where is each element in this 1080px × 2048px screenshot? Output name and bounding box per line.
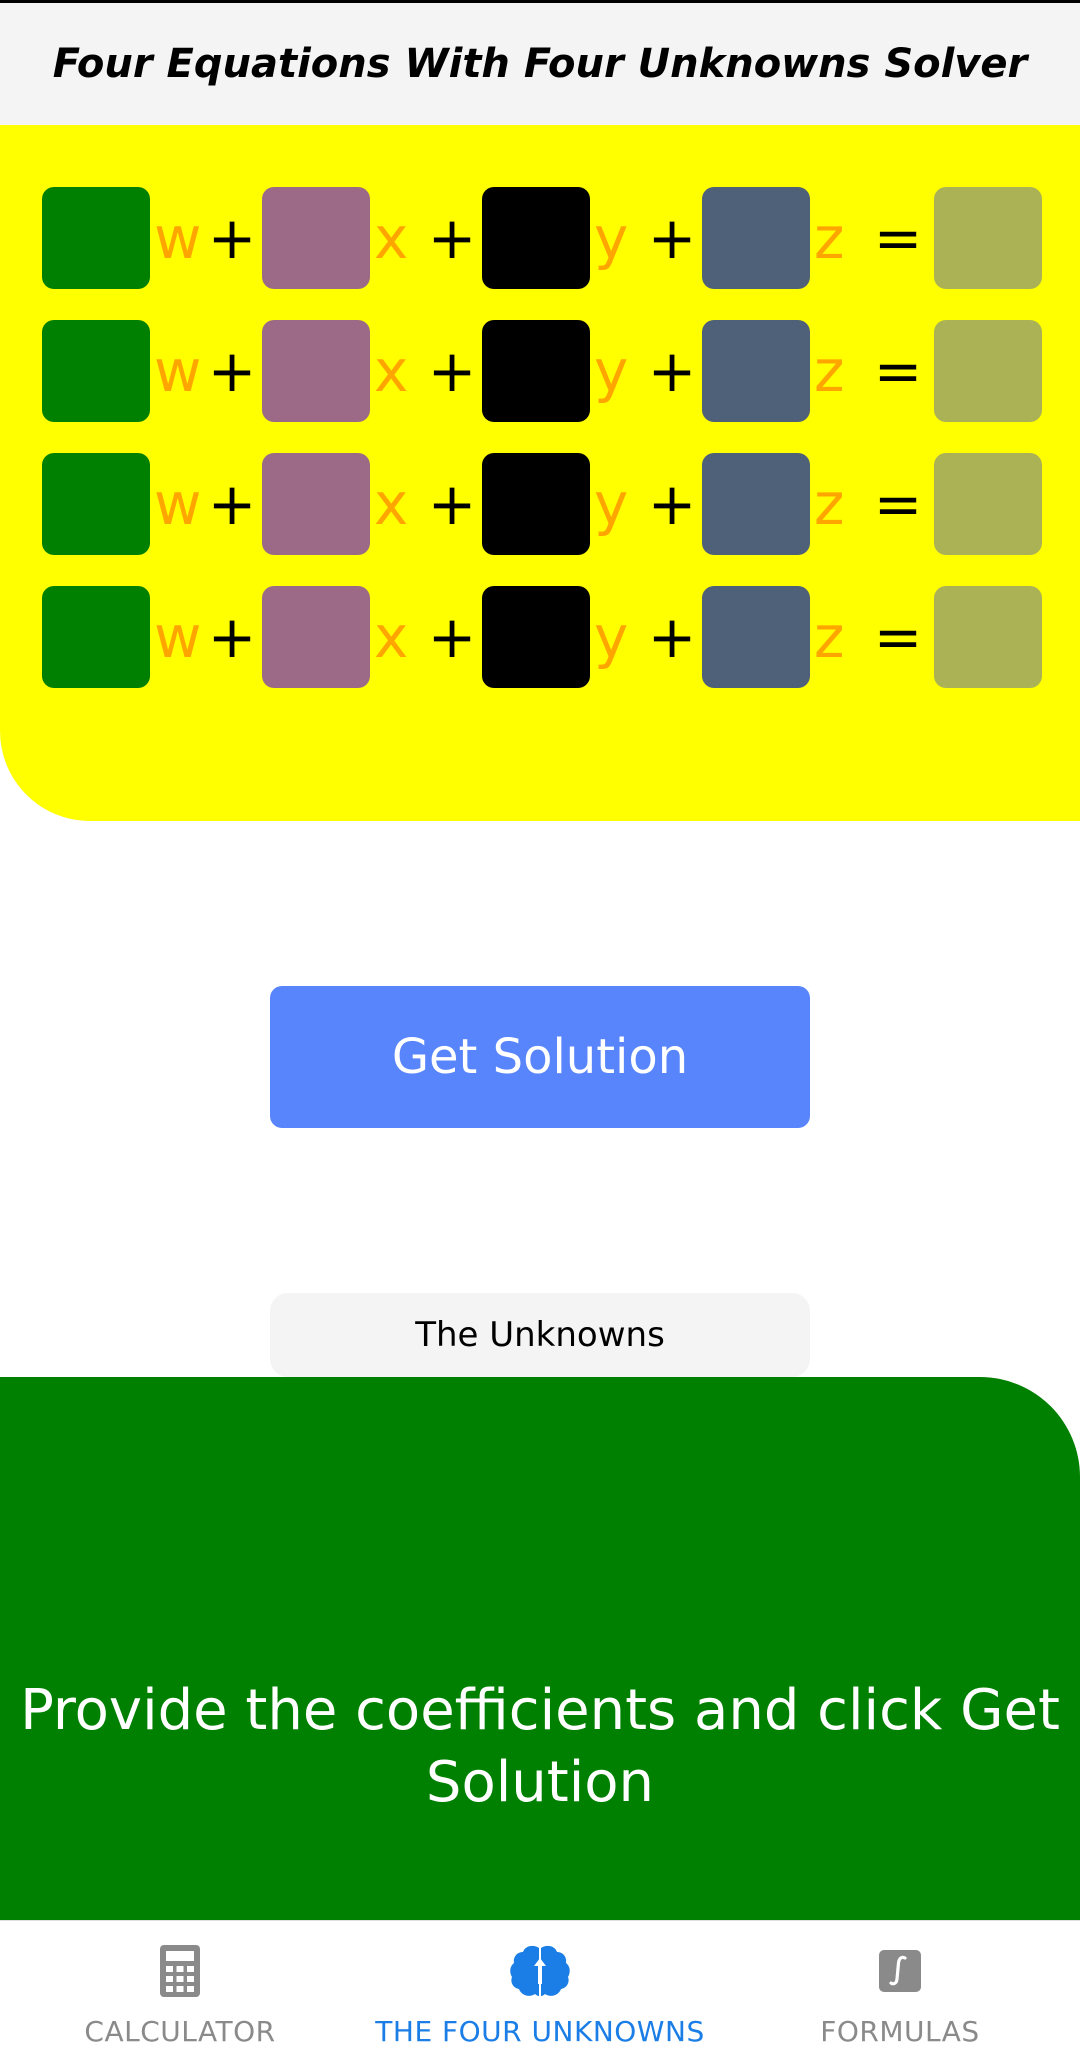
variable-x-label: x <box>374 337 409 405</box>
variable-w-label: w <box>154 603 202 671</box>
coefficient-y-input[interactable] <box>482 320 590 422</box>
plus-sign: + <box>427 603 477 671</box>
nav-tab-four-unknowns[interactable]: THE FOUR UNKNOWNS <box>360 1921 720 2048</box>
nav-tab-calculator[interactable]: CALCULATOR <box>0 1921 360 2048</box>
variable-w-label: w <box>154 204 202 272</box>
coefficient-z-input[interactable] <box>702 453 810 555</box>
result-constant-input[interactable] <box>934 453 1042 555</box>
nav-label-formulas: FORMULAS <box>820 2015 980 2048</box>
variable-x-label: x <box>374 204 409 272</box>
coefficient-w-input[interactable] <box>42 453 150 555</box>
app-header: Four Equations With Four Unknowns Solver <box>0 3 1080 125</box>
variable-z-label: z <box>814 337 845 405</box>
equation-row-1: w + x + y + z = <box>42 187 1042 289</box>
equations-panel: w + x + y + z = w + x + y + z = w + x + … <box>0 125 1080 821</box>
variable-y-label: y <box>594 337 629 405</box>
plus-sign: + <box>427 337 477 405</box>
result-constant-input[interactable] <box>934 320 1042 422</box>
page-title: Four Equations With Four Unknowns Solver <box>52 41 1028 87</box>
coefficient-w-input[interactable] <box>42 187 150 289</box>
coefficient-z-input[interactable] <box>702 187 810 289</box>
calculator-icon <box>148 1939 212 2003</box>
variable-y-label: y <box>594 470 629 538</box>
variable-y-label: y <box>594 204 629 272</box>
equation-row-3: w + x + y + z = <box>42 453 1042 555</box>
coefficient-x-input[interactable] <box>262 187 370 289</box>
app-screen: Four Equations With Four Unknowns Solver… <box>0 0 1080 2048</box>
brain-icon <box>508 1939 572 2003</box>
variable-x-label: x <box>374 603 409 671</box>
nav-label-four-unknowns: THE FOUR UNKNOWNS <box>375 2015 705 2048</box>
plus-sign: + <box>647 470 697 538</box>
coefficient-x-input[interactable] <box>262 453 370 555</box>
integral-icon <box>868 1939 932 2003</box>
result-message: Provide the coefficients and click Get S… <box>20 1678 1060 1815</box>
plus-sign: + <box>427 204 477 272</box>
coefficient-x-input[interactable] <box>262 586 370 688</box>
plus-sign: + <box>207 603 257 671</box>
result-constant-input[interactable] <box>934 187 1042 289</box>
coefficient-w-input[interactable] <box>42 586 150 688</box>
equation-row-4: w + x + y + z = <box>42 586 1042 688</box>
variable-z-label: z <box>814 470 845 538</box>
plus-sign: + <box>207 470 257 538</box>
plus-sign: + <box>207 337 257 405</box>
result-constant-input[interactable] <box>934 586 1042 688</box>
variable-w-label: w <box>154 470 202 538</box>
variable-w-label: w <box>154 337 202 405</box>
equals-sign: = <box>873 470 923 538</box>
coefficient-z-input[interactable] <box>702 586 810 688</box>
equals-sign: = <box>873 204 923 272</box>
nav-label-calculator: CALCULATOR <box>84 2015 276 2048</box>
plus-sign: + <box>647 204 697 272</box>
plus-sign: + <box>647 603 697 671</box>
coefficient-z-input[interactable] <box>702 320 810 422</box>
equation-row-2: w + x + y + z = <box>42 320 1042 422</box>
coefficient-y-input[interactable] <box>482 187 590 289</box>
bottom-navigation: CALCULATOR THE FOUR UNKNOWNS FORMULAS <box>0 1920 1080 2048</box>
result-panel: Provide the coefficients and click Get S… <box>0 1377 1080 1920</box>
variable-x-label: x <box>374 470 409 538</box>
coefficient-w-input[interactable] <box>42 320 150 422</box>
equals-sign: = <box>873 603 923 671</box>
equals-sign: = <box>873 337 923 405</box>
variable-z-label: z <box>814 204 845 272</box>
unknowns-heading: The Unknowns <box>270 1293 810 1377</box>
variable-z-label: z <box>814 603 845 671</box>
get-solution-button[interactable]: Get Solution <box>270 986 810 1128</box>
coefficient-x-input[interactable] <box>262 320 370 422</box>
coefficient-y-input[interactable] <box>482 453 590 555</box>
plus-sign: + <box>207 204 257 272</box>
plus-sign: + <box>427 470 477 538</box>
plus-sign: + <box>647 337 697 405</box>
coefficient-y-input[interactable] <box>482 586 590 688</box>
variable-y-label: y <box>594 603 629 671</box>
nav-tab-formulas[interactable]: FORMULAS <box>720 1921 1080 2048</box>
